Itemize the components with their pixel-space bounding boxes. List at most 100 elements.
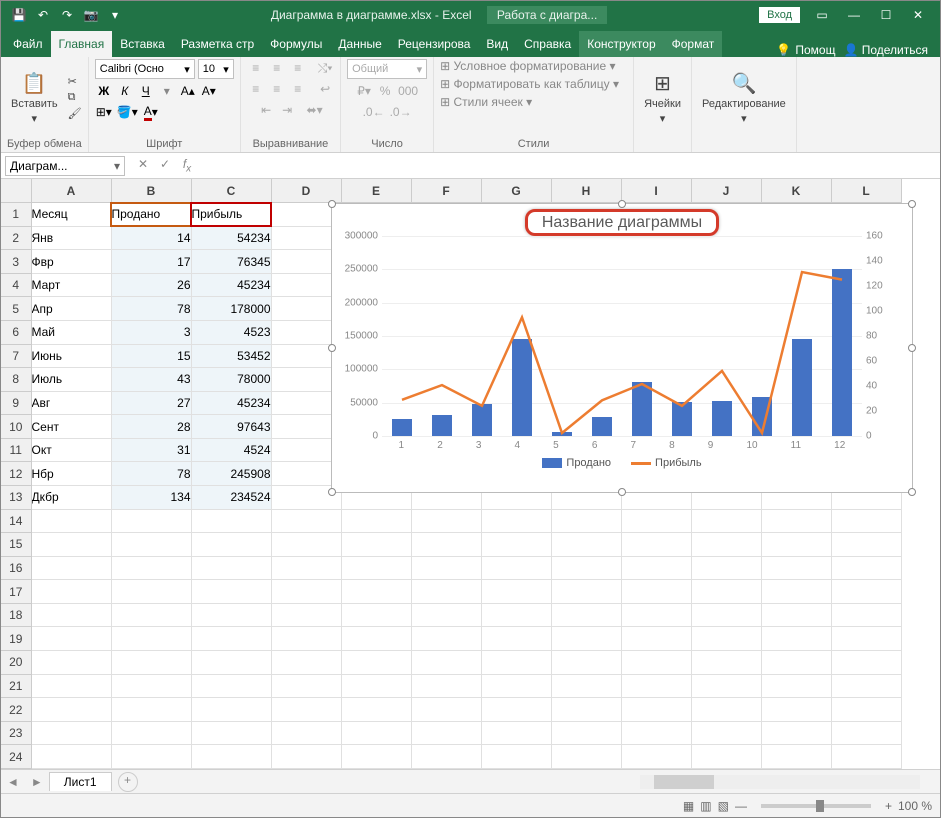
tab-view[interactable]: Вид <box>478 31 516 57</box>
worksheet-grid[interactable]: ABCDEFGHIJKL1МесяцПроданоПрибыль2Янв1454… <box>1 179 940 769</box>
currency-icon[interactable]: ₽▾ <box>355 82 373 100</box>
fill-color-icon[interactable]: 🪣▾ <box>116 103 139 121</box>
maximize-icon[interactable]: ☐ <box>876 8 896 22</box>
editing-button[interactable]: 🔍Редактирование▾ <box>698 69 790 127</box>
group-clipboard: 📋Вставить▾ ✂ ⧉ 🖌 Буфер обмена <box>1 57 89 152</box>
align-center-icon[interactable]: ≡ <box>268 80 286 98</box>
ribbon-options-icon[interactable]: ▭ <box>812 8 832 22</box>
tab-help[interactable]: Справка <box>516 31 579 57</box>
formula-input[interactable] <box>201 156 940 176</box>
number-format-combo[interactable]: Общий▾ <box>347 59 427 79</box>
horizontal-scrollbar[interactable] <box>640 775 920 789</box>
login-button[interactable]: Вход <box>759 7 800 23</box>
tell-me[interactable]: 💡 Помощ <box>776 43 835 57</box>
fx-icon[interactable]: fx <box>179 157 195 174</box>
sheet-nav-next-icon[interactable]: ► <box>25 775 49 789</box>
decrease-decimal-icon[interactable]: .0→ <box>389 103 413 121</box>
percent-icon[interactable]: % <box>376 82 394 100</box>
zoom-slider[interactable] <box>761 804 871 808</box>
ribbon-tabs: Файл Главная Вставка Разметка стр Формул… <box>1 29 940 57</box>
tab-file[interactable]: Файл <box>5 31 51 57</box>
page-break-view-icon[interactable]: ▧ <box>718 799 729 813</box>
sheet-tab[interactable]: Лист1 <box>49 772 112 791</box>
sheet-nav-prev-icon[interactable]: ◄ <box>1 775 25 789</box>
align-middle-icon[interactable]: ≡ <box>268 59 286 77</box>
zoom-out-icon[interactable]: — <box>735 799 747 813</box>
resize-handle[interactable] <box>908 344 916 352</box>
italic-button[interactable]: К <box>116 82 134 100</box>
tab-chart-format[interactable]: Формат <box>664 31 723 57</box>
font-name-combo[interactable]: Calibri (Осно▾ <box>95 59 195 79</box>
tab-insert[interactable]: Вставка <box>112 31 173 57</box>
grow-font-icon[interactable]: A▴ <box>179 82 197 100</box>
zoom-level[interactable]: 100 % <box>898 799 932 813</box>
chart-title[interactable]: Название диаграммы <box>332 204 912 236</box>
shrink-font-icon[interactable]: A▾ <box>200 82 218 100</box>
format-painter-icon[interactable]: 🖌 <box>68 107 82 120</box>
bold-button[interactable]: Ж <box>95 82 113 100</box>
borders-icon[interactable]: ⊞▾ <box>95 103 113 121</box>
resize-handle[interactable] <box>618 200 626 208</box>
align-top-icon[interactable]: ≡ <box>247 59 265 77</box>
sheet-tabs: ◄ ► Лист1 + <box>1 769 940 793</box>
status-bar: ▦ ▥ ▧ — + 100 % <box>1 793 940 817</box>
add-sheet-icon[interactable]: + <box>118 772 138 792</box>
wrap-text-icon[interactable]: ↩ <box>316 80 334 98</box>
share-button[interactable]: 👤 Поделиться <box>843 43 928 57</box>
cancel-formula-icon[interactable]: ✕ <box>135 157 151 174</box>
name-box[interactable]: Диаграм...▾ <box>5 156 125 176</box>
resize-handle[interactable] <box>328 344 336 352</box>
minimize-icon[interactable]: — <box>844 8 864 22</box>
resize-handle[interactable] <box>328 200 336 208</box>
underline-button[interactable]: Ч <box>137 82 155 100</box>
paste-button[interactable]: 📋Вставить▾ <box>7 69 62 127</box>
titlebar: 💾 ↶ ↷ 📷 ▾ Диаграмма в диаграмме.xlsx - E… <box>1 1 940 29</box>
group-editing: 🔍Редактирование▾ <box>692 57 797 152</box>
resize-handle[interactable] <box>908 488 916 496</box>
decrease-indent-icon[interactable]: ⇤ <box>257 101 275 119</box>
format-as-table-button[interactable]: ⊞ Форматировать как таблицу ▾ <box>440 77 619 91</box>
page-layout-view-icon[interactable]: ▥ <box>700 799 711 813</box>
group-cells: ⊞Ячейки▾ <box>634 57 692 152</box>
copy-icon[interactable]: ⧉ <box>68 91 82 104</box>
redo-icon[interactable]: ↷ <box>59 7 75 23</box>
resize-handle[interactable] <box>328 488 336 496</box>
tab-formulas[interactable]: Формулы <box>262 31 330 57</box>
merge-icon[interactable]: ⬌▾ <box>306 101 324 119</box>
tab-chart-design[interactable]: Конструктор <box>579 31 663 57</box>
align-left-icon[interactable]: ≡ <box>247 80 265 98</box>
save-icon[interactable]: 💾 <box>11 7 27 23</box>
enter-formula-icon[interactable]: ✓ <box>157 157 173 174</box>
tab-home[interactable]: Главная <box>51 31 113 57</box>
increase-indent-icon[interactable]: ⇥ <box>278 101 296 119</box>
group-styles: ⊞ Условное форматирование ▾ ⊞ Форматиров… <box>434 57 634 152</box>
resize-handle[interactable] <box>618 488 626 496</box>
cells-button[interactable]: ⊞Ячейки▾ <box>640 69 685 127</box>
group-alignment: ≡≡≡ ⤭▾ ≡≡≡ ↩ ⇤⇥ ⬌▾ Выравнивание <box>241 57 341 152</box>
zoom-in-icon[interactable]: + <box>885 799 892 813</box>
close-icon[interactable]: ✕ <box>908 8 928 22</box>
group-number: Общий▾ ₽▾%000 .0←.0→ Число <box>341 57 434 152</box>
resize-handle[interactable] <box>908 200 916 208</box>
font-size-combo[interactable]: 10▾ <box>198 59 234 79</box>
formula-bar: Диаграм...▾ ✕ ✓ fx <box>1 153 940 179</box>
chart-object[interactable]: Название диаграммы 050000100000150000200… <box>331 203 913 493</box>
conditional-formatting-button[interactable]: ⊞ Условное форматирование ▾ <box>440 59 615 73</box>
increase-decimal-icon[interactable]: .0← <box>362 103 386 121</box>
tab-page-layout[interactable]: Разметка стр <box>173 31 262 57</box>
tab-data[interactable]: Данные <box>330 31 389 57</box>
cell-styles-button[interactable]: ⊞ Стили ячеек ▾ <box>440 95 532 109</box>
qat-customize-icon[interactable]: ▾ <box>107 7 123 23</box>
camera-icon[interactable]: 📷 <box>83 7 99 23</box>
align-bottom-icon[interactable]: ≡ <box>289 59 307 77</box>
document-title: Диаграмма в диаграмме.xlsx - Excel Работ… <box>123 8 755 22</box>
font-color-icon[interactable]: A▾ <box>142 103 160 121</box>
tab-review[interactable]: Рецензирова <box>390 31 479 57</box>
chart-line[interactable] <box>402 272 842 433</box>
orientation-icon[interactable]: ⤭▾ <box>316 59 334 77</box>
align-right-icon[interactable]: ≡ <box>289 80 307 98</box>
normal-view-icon[interactable]: ▦ <box>683 799 694 813</box>
comma-icon[interactable]: 000 <box>397 82 419 100</box>
cut-icon[interactable]: ✂ <box>68 75 82 88</box>
undo-icon[interactable]: ↶ <box>35 7 51 23</box>
